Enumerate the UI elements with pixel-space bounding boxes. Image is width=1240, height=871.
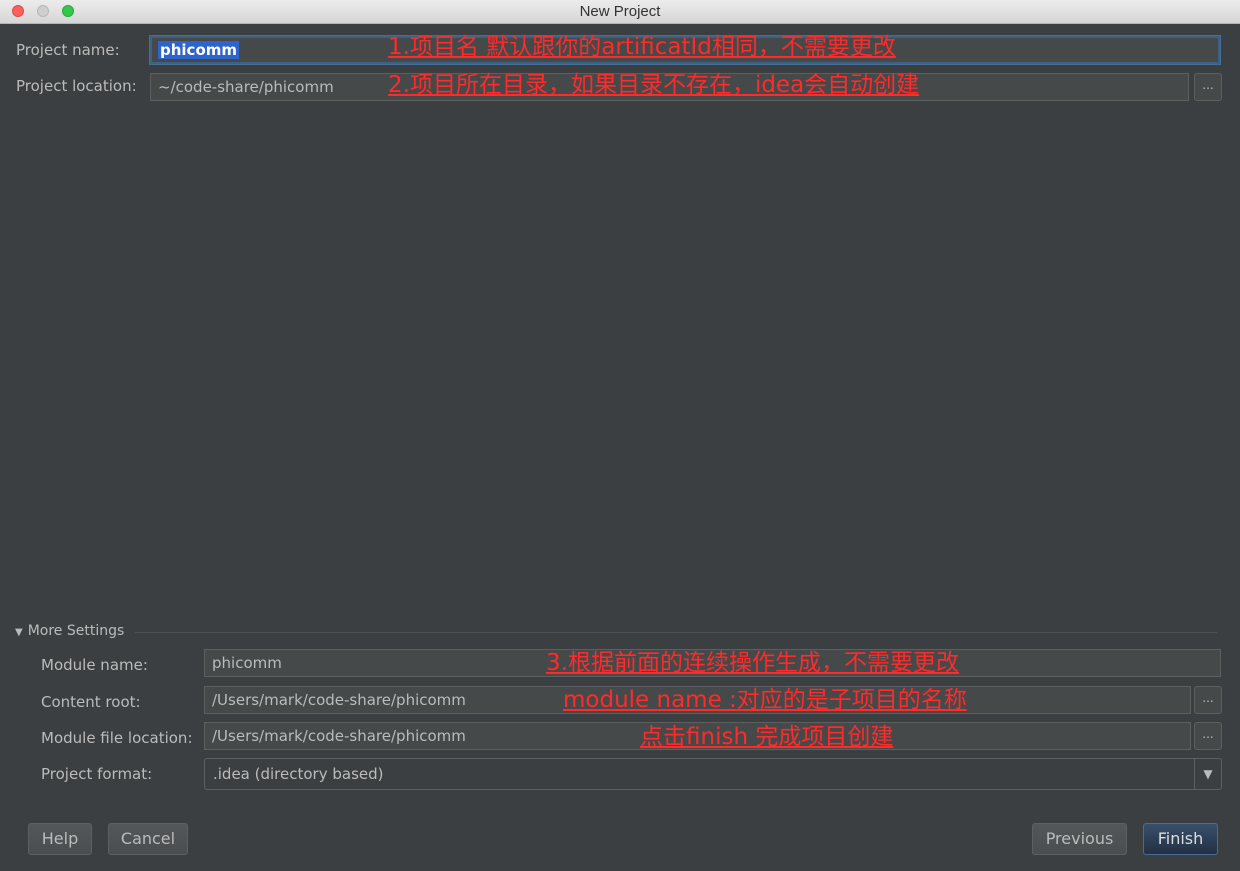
cancel-button[interactable]: Cancel xyxy=(108,823,188,855)
annotation-project-location: 2.项目所在目录，如果目录不存在，idea会自动创建 xyxy=(388,72,920,98)
title-bar: New Project xyxy=(0,0,1240,24)
chevron-down-icon: ▼ xyxy=(1194,759,1221,789)
annotation-module-settings: 3.根据前面的连续操作生成，不需要更改 xyxy=(546,650,959,676)
module-file-location-label: Module file location: xyxy=(41,729,193,747)
more-settings-toggle[interactable]: ▼ More Settings xyxy=(15,623,124,639)
project-location-label: Project location: xyxy=(16,77,137,95)
project-name-value: phicomm xyxy=(158,41,240,59)
triangle-down-icon: ▼ xyxy=(15,627,23,638)
content-root-browse-button[interactable]: ... xyxy=(1194,686,1222,714)
content-root-label: Content root: xyxy=(41,693,141,711)
project-name-label: Project name: xyxy=(16,41,120,59)
more-settings-label: More Settings xyxy=(27,623,125,639)
window-title: New Project xyxy=(579,3,661,20)
previous-button[interactable]: Previous xyxy=(1032,823,1127,855)
project-format-label: Project format: xyxy=(41,765,153,783)
finish-button[interactable]: Finish xyxy=(1143,823,1218,855)
help-button[interactable]: Help xyxy=(28,823,92,855)
annotation-module-name: module name :对应的是子项目的名称 xyxy=(563,687,967,713)
module-file-location-browse-button[interactable]: ... xyxy=(1194,722,1222,750)
project-format-value: .idea (directory based) xyxy=(213,765,384,783)
project-location-browse-button[interactable]: ... xyxy=(1194,73,1222,101)
annotation-project-name: 1.项目名 默认跟你的artificatId相同，不需要更改 xyxy=(388,34,896,60)
project-format-select[interactable]: .idea (directory based) ▼ xyxy=(204,758,1222,790)
annotation-finish: 点击finish 完成项目创建 xyxy=(640,724,894,750)
section-divider xyxy=(135,632,1217,633)
module-name-label: Module name: xyxy=(41,656,148,674)
